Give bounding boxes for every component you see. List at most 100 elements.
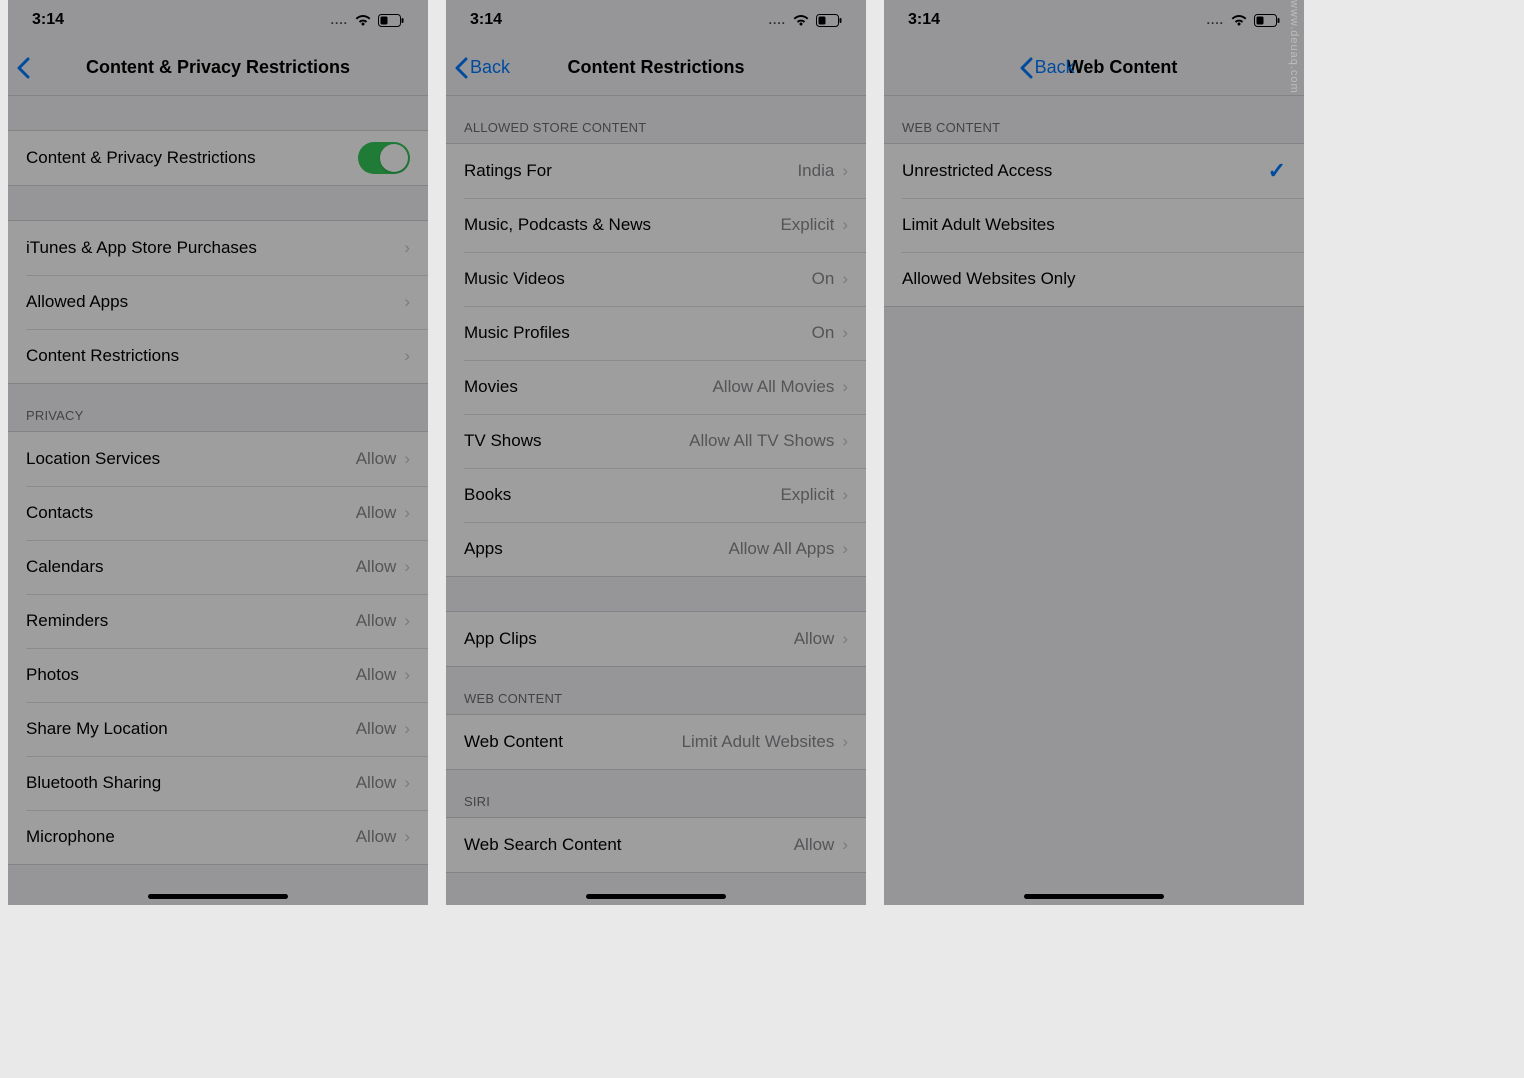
cell-label: Share My Location (26, 719, 356, 739)
home-indicator[interactable] (148, 894, 288, 899)
cell-label: Music, Podcasts & News (464, 215, 780, 235)
privacy-row[interactable]: Reminders Allow › (8, 594, 428, 648)
home-indicator[interactable] (1024, 894, 1164, 899)
chevron-right-icon: › (842, 732, 848, 752)
chevron-right-icon: › (404, 773, 410, 793)
clock: 3:14 (32, 11, 64, 29)
appclips-group: App Clips Allow › (446, 611, 866, 667)
watermark: www.deuaq.com (1288, 0, 1300, 94)
navbar: Back Web Content (884, 40, 1304, 96)
chevron-right-icon: › (842, 539, 848, 559)
cell-value: On (812, 323, 835, 343)
siri-row[interactable]: Web Search Content Allow › (446, 818, 866, 872)
privacy-row[interactable]: Bluetooth Sharing Allow › (8, 756, 428, 810)
back-button[interactable] (16, 57, 30, 79)
status-icons: .... (769, 13, 842, 27)
back-button[interactable]: Back (454, 57, 510, 79)
chevron-right-icon: › (404, 238, 410, 258)
cell-value: India (797, 161, 834, 181)
store-header: Allowed Store Content (446, 96, 866, 143)
cell-label: Photos (26, 665, 356, 685)
store-row[interactable]: TV Shows Allow All TV Shows › (446, 414, 866, 468)
cell-value: Limit Adult Websites (682, 732, 835, 752)
back-label: Back (470, 57, 510, 78)
navbar: Content & Privacy Restrictions (8, 40, 428, 96)
navbar: Back Content Restrictions (446, 40, 866, 96)
options-group: Unrestricted Access ✓ Limit Adult Websit… (884, 143, 1304, 307)
option-limit-adult[interactable]: Limit Adult Websites (884, 198, 1304, 252)
wifi-icon (354, 13, 372, 27)
clock: 3:14 (908, 11, 940, 29)
back-button[interactable]: Back (1019, 57, 1075, 79)
store-row[interactable]: Music Videos On › (446, 252, 866, 306)
back-label: Back (1035, 57, 1075, 78)
page-title: Content Restrictions (567, 57, 744, 78)
checkmark-icon: ✓ (1268, 158, 1286, 184)
clock: 3:14 (470, 11, 502, 29)
cell-label: Movies (464, 377, 712, 397)
store-row[interactable]: Music, Podcasts & News Explicit › (446, 198, 866, 252)
cell-label: Allowed Websites Only (902, 269, 1286, 289)
cell-label: Music Videos (464, 269, 812, 289)
privacy-row[interactable]: Calendars Allow › (8, 540, 428, 594)
status-icons: .... (1207, 13, 1280, 27)
cell-label: Bluetooth Sharing (26, 773, 356, 793)
option-allowed-only[interactable]: Allowed Websites Only (884, 252, 1304, 306)
chevron-right-icon: › (404, 346, 410, 366)
chevron-right-icon: › (842, 323, 848, 343)
allowed-apps-row[interactable]: Allowed Apps › (8, 275, 428, 329)
cell-value: Allow All Movies (712, 377, 834, 397)
web-header: Web Content (446, 667, 866, 714)
store-row[interactable]: Music Profiles On › (446, 306, 866, 360)
home-indicator[interactable] (586, 894, 726, 899)
cell-label: Web Content (464, 732, 682, 752)
main-group: iTunes & App Store Purchases › Allowed A… (8, 220, 428, 384)
cell-value: Allow (356, 773, 397, 793)
chevron-right-icon: › (404, 503, 410, 523)
store-row[interactable]: Books Explicit › (446, 468, 866, 522)
chevron-right-icon: › (842, 161, 848, 181)
chevron-right-icon: › (842, 629, 848, 649)
option-unrestricted[interactable]: Unrestricted Access ✓ (884, 144, 1304, 198)
cell-label: Reminders (26, 611, 356, 631)
itunes-row[interactable]: iTunes & App Store Purchases › (8, 221, 428, 275)
cell-label: Ratings For (464, 161, 797, 181)
privacy-row[interactable]: Photos Allow › (8, 648, 428, 702)
cell-value: Allow (794, 835, 835, 855)
content-restrictions-row[interactable]: Content Restrictions › (8, 329, 428, 383)
store-row[interactable]: Ratings For India › (446, 144, 866, 198)
chevron-right-icon: › (404, 449, 410, 469)
cell-value: Explicit (780, 215, 834, 235)
screen-content-privacy: 3:14 .... Content & Privacy Restrictions… (8, 0, 428, 905)
cell-label: TV Shows (464, 431, 689, 451)
store-row[interactable]: Apps Allow All Apps › (446, 522, 866, 576)
content-privacy-toggle-row[interactable]: Content & Privacy Restrictions (8, 131, 428, 185)
store-row[interactable]: Movies Allow All Movies › (446, 360, 866, 414)
web-content-row[interactable]: Web Content Limit Adult Websites › (446, 715, 866, 769)
cell-label: iTunes & App Store Purchases (26, 238, 404, 258)
cell-label: Web Search Content (464, 835, 794, 855)
privacy-row[interactable]: Contacts Allow › (8, 486, 428, 540)
cell-label: Unrestricted Access (902, 161, 1268, 181)
appclips-row[interactable]: App Clips Allow › (446, 612, 866, 666)
cell-value: Allow (794, 629, 835, 649)
battery-icon (1254, 14, 1280, 27)
chevron-right-icon: › (842, 269, 848, 289)
status-icons: .... (331, 13, 404, 27)
cell-value: Explicit (780, 485, 834, 505)
privacy-row[interactable]: Location Services Allow › (8, 432, 428, 486)
screen-web-content: 3:14 .... Back Web Content Web Content U… (884, 0, 1304, 905)
cell-label: Content Restrictions (26, 346, 404, 366)
privacy-row[interactable]: Microphone Allow › (8, 810, 428, 864)
toggle-group: Content & Privacy Restrictions (8, 130, 428, 186)
chevron-right-icon: › (842, 835, 848, 855)
cell-label: Allowed Apps (26, 292, 404, 312)
web-content-header: Web Content (884, 96, 1304, 143)
page-title: Content & Privacy Restrictions (86, 57, 350, 78)
wifi-icon (792, 13, 810, 27)
privacy-group: Location Services Allow › Contacts Allow… (8, 431, 428, 865)
toggle-switch[interactable] (358, 142, 410, 174)
battery-icon (816, 14, 842, 27)
privacy-row[interactable]: Share My Location Allow › (8, 702, 428, 756)
chevron-right-icon: › (842, 431, 848, 451)
